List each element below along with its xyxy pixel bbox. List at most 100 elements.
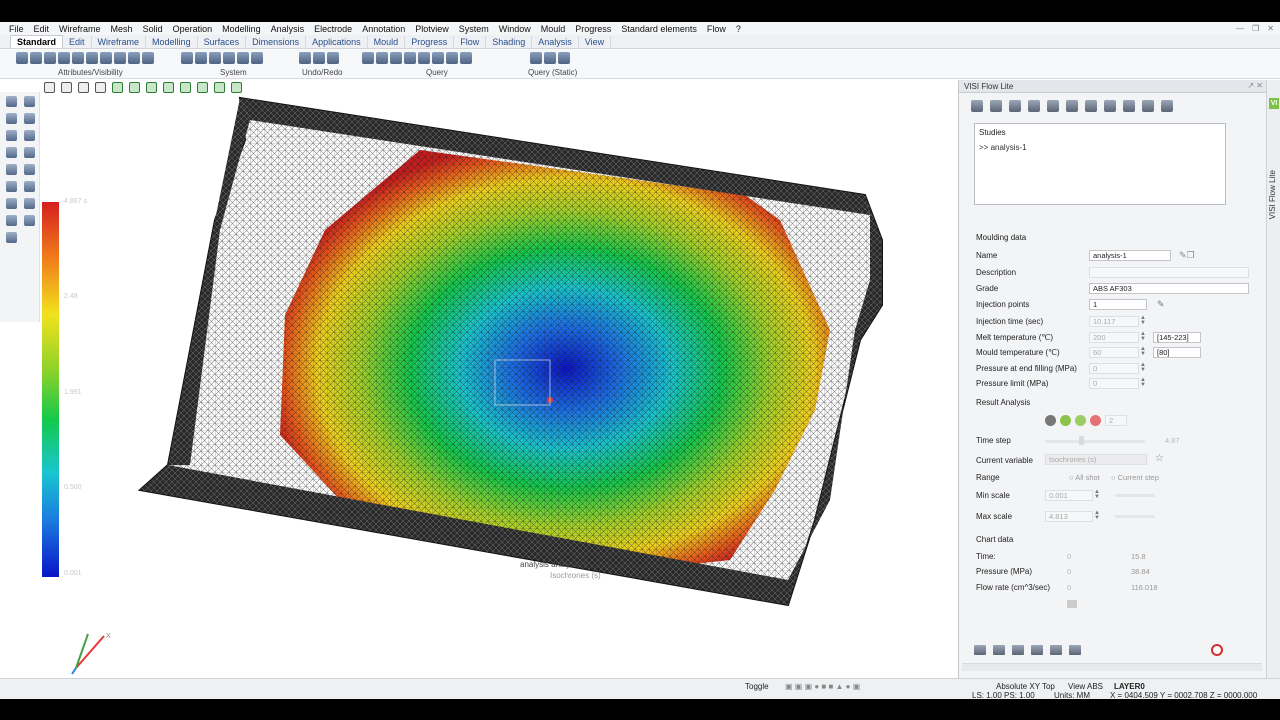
globe-icon[interactable] <box>209 52 221 64</box>
view-mode[interactable]: Absolute XY Top <box>996 682 1055 691</box>
injection-points-input[interactable]: 1 <box>1089 299 1147 310</box>
material-icon[interactable] <box>1009 100 1021 112</box>
pressure-end-filling-input[interactable]: 0 <box>1089 363 1139 374</box>
tab-modelling[interactable]: Modelling <box>146 36 198 48</box>
menu-item-standard-elements[interactable]: Standard elements <box>616 24 702 34</box>
settings-icon[interactable] <box>1085 100 1097 112</box>
study-item[interactable]: >> analysis-1 <box>979 143 1221 152</box>
show-icon[interactable] <box>86 52 98 64</box>
tab-mould[interactable]: Mould <box>368 36 406 48</box>
menu-item-edit[interactable]: Edit <box>29 24 55 34</box>
description-input[interactable] <box>1089 267 1249 278</box>
tab-standard[interactable]: Standard <box>10 35 64 48</box>
image-panel-icon[interactable] <box>1069 645 1081 655</box>
tab-flow[interactable]: Flow <box>454 36 487 48</box>
move-icon[interactable] <box>6 198 17 209</box>
filter-icon[interactable] <box>100 52 112 64</box>
close-icon[interactable]: ✕ <box>1267 24 1274 33</box>
angle-icon[interactable] <box>404 52 416 64</box>
analysis-icon[interactable] <box>1123 100 1135 112</box>
check-icon[interactable] <box>460 52 472 64</box>
folder-icon[interactable] <box>6 232 17 243</box>
tab-edit[interactable]: Edit <box>63 36 92 48</box>
export-panel-icon[interactable] <box>1050 645 1062 655</box>
tab-wireframe[interactable]: Wireframe <box>92 36 147 48</box>
image-icon[interactable] <box>237 52 249 64</box>
pick-point-icon[interactable]: ✎ <box>1157 299 1165 310</box>
spin-icon[interactable]: ▲ ▼ <box>1139 377 1147 389</box>
mass-icon[interactable] <box>446 52 458 64</box>
range-current-step[interactable]: ○ Current step <box>1111 473 1159 482</box>
result-count[interactable]: 2 <box>1105 415 1127 426</box>
menu-item-mesh[interactable]: Mesh <box>106 24 138 34</box>
static-point-icon[interactable] <box>558 52 570 64</box>
plane-icon[interactable] <box>6 147 17 158</box>
menu-item--[interactable]: ? <box>731 24 746 34</box>
arc-icon[interactable] <box>24 113 35 124</box>
menu-item-file[interactable]: File <box>4 24 29 34</box>
menu-item-electrode[interactable]: Electrode <box>309 24 357 34</box>
melt-temperature-input[interactable]: 200 <box>1089 332 1139 343</box>
curve-icon[interactable] <box>24 130 35 141</box>
cylinder-icon[interactable] <box>24 181 35 192</box>
menu-item-progress[interactable]: Progress <box>570 24 616 34</box>
run-icon[interactable] <box>974 645 986 655</box>
restore-icon[interactable]: ❐ <box>1252 24 1259 33</box>
menu-item-modelling[interactable]: Modelling <box>217 24 266 34</box>
grade-input[interactable]: ABS AF303 <box>1089 283 1249 294</box>
brush-icon[interactable] <box>251 52 263 64</box>
hat-icon[interactable] <box>142 52 154 64</box>
menu-item-window[interactable]: Window <box>494 24 536 34</box>
mirror-icon[interactable] <box>6 215 17 226</box>
max-scale-slider[interactable] <box>1115 515 1155 518</box>
injection-time-input[interactable]: 10.117 <box>1089 316 1139 327</box>
circle-icon[interactable] <box>6 130 17 141</box>
line-icon[interactable] <box>6 113 17 124</box>
fill-result-icon[interactable] <box>1060 415 1071 426</box>
favorite-star-icon[interactable]: ☆ <box>1155 453 1164 464</box>
menu-item-system[interactable]: System <box>454 24 494 34</box>
print-icon[interactable] <box>30 52 42 64</box>
temperature-result-icon[interactable] <box>1090 415 1101 426</box>
layers-icon[interactable] <box>16 52 28 64</box>
spline-icon[interactable] <box>24 147 35 158</box>
style-icon[interactable] <box>114 52 126 64</box>
max-scale-input[interactable]: 4.813 <box>1045 511 1093 522</box>
cross-icon[interactable] <box>24 96 35 107</box>
static-measure-icon[interactable] <box>544 52 556 64</box>
tab-progress[interactable]: Progress <box>405 36 455 48</box>
color-icon[interactable] <box>44 52 56 64</box>
open-study-icon[interactable] <box>971 100 983 112</box>
report-icon[interactable] <box>1161 100 1173 112</box>
tab-surfaces[interactable]: Surfaces <box>198 36 247 48</box>
min-scale-input[interactable]: 0.001 <box>1045 490 1093 501</box>
stop-icon[interactable] <box>993 645 1005 655</box>
hide-icon[interactable] <box>72 52 84 64</box>
menu-item-flow[interactable]: Flow <box>702 24 731 34</box>
redo-icon[interactable] <box>313 52 325 64</box>
chart-icon[interactable] <box>1067 600 1077 608</box>
solid-icon[interactable] <box>24 164 35 175</box>
menu-item-analysis[interactable]: Analysis <box>266 24 310 34</box>
tab-dimensions[interactable]: Dimensions <box>246 36 307 48</box>
tab-shading[interactable]: Shading <box>486 36 533 48</box>
current-variable-select[interactable]: Isochrones (s) <box>1045 454 1147 465</box>
menu-item-plotview[interactable]: Plotview <box>410 24 454 34</box>
measure-icon[interactable] <box>376 52 388 64</box>
tab-applications[interactable]: Applications <box>306 36 368 48</box>
box-icon[interactable] <box>6 181 17 192</box>
spin-icon[interactable]: ▲ ▼ <box>1093 510 1101 522</box>
menu-item-wireframe[interactable]: Wireframe <box>54 24 106 34</box>
lock-panel-icon[interactable] <box>1012 645 1024 655</box>
menu-item-annotation[interactable]: Annotation <box>357 24 410 34</box>
studies-list[interactable]: Studies >> analysis-1 <box>974 123 1226 205</box>
scale-icon[interactable] <box>24 215 35 226</box>
min-scale-slider[interactable] <box>1115 494 1155 497</box>
spin-icon[interactable]: ▲ ▼ <box>1139 346 1147 358</box>
menu-item-operation[interactable]: Operation <box>168 24 218 34</box>
mesh-icon[interactable] <box>1047 100 1059 112</box>
copy-icon[interactable] <box>24 198 35 209</box>
gate-icon[interactable] <box>1028 100 1040 112</box>
view-abs[interactable]: View ABS <box>1068 682 1103 691</box>
time-step-knob[interactable] <box>1079 436 1084 445</box>
